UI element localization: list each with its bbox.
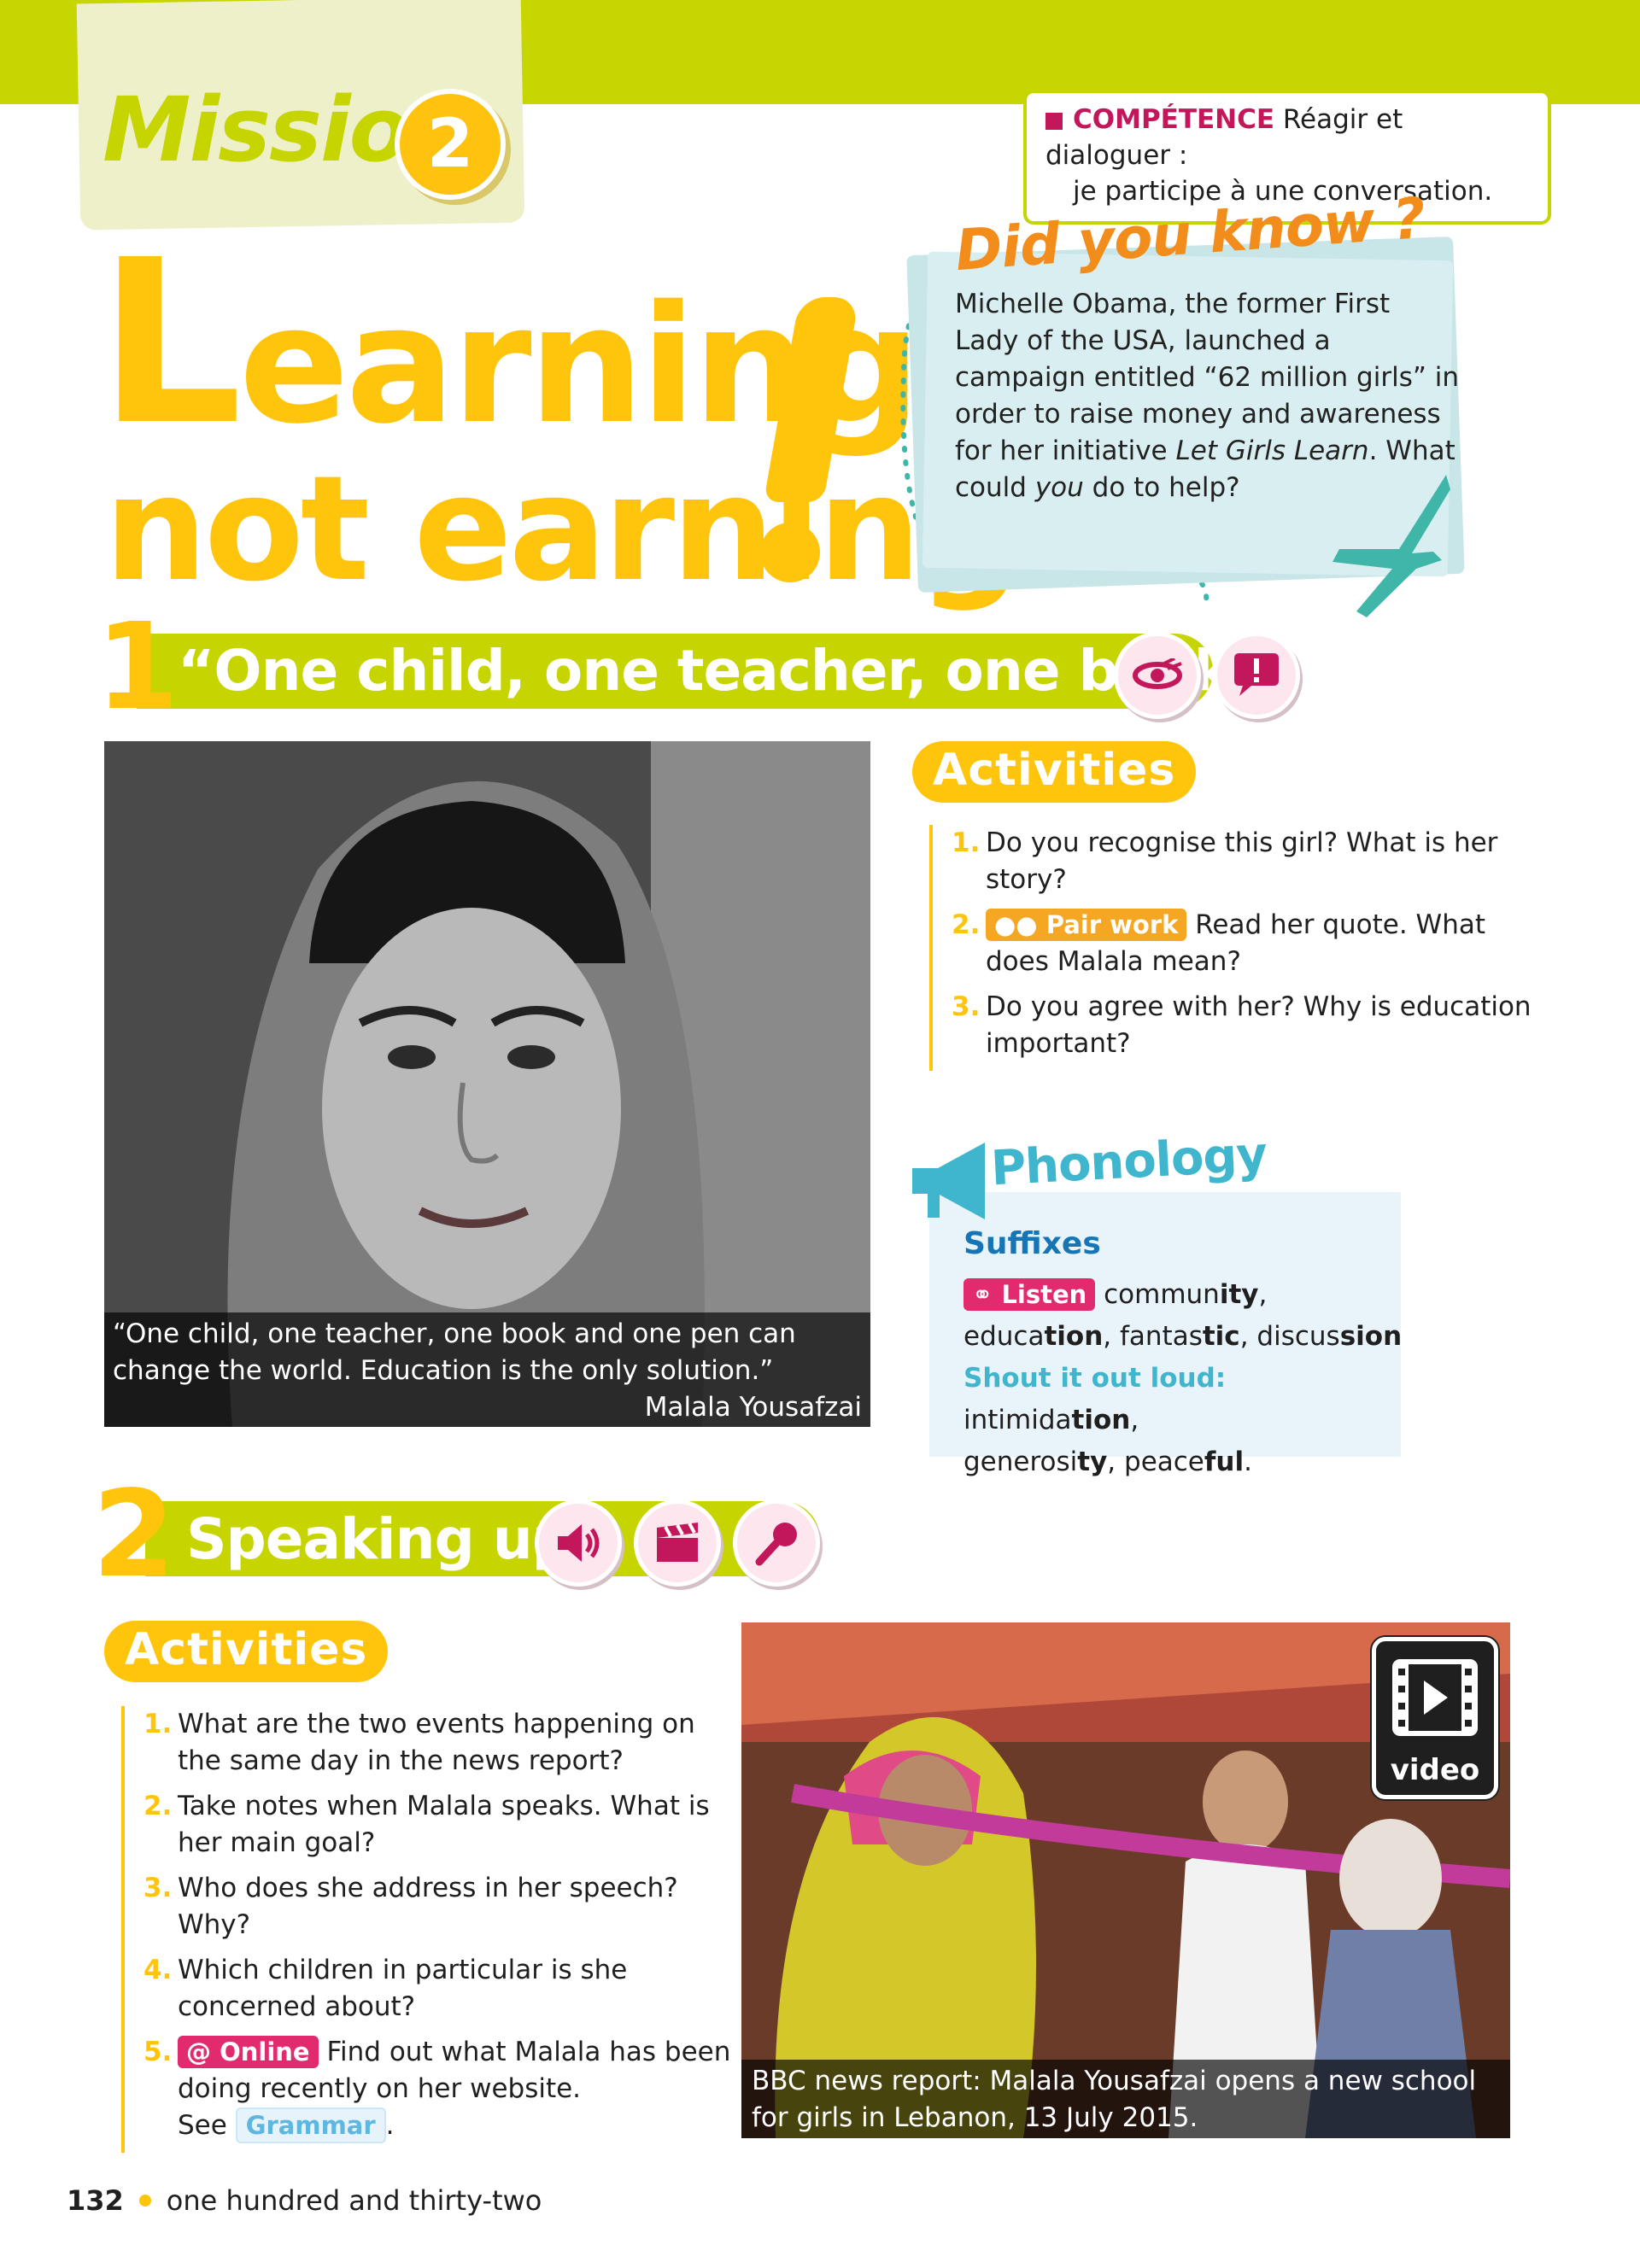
eye-icon: [1114, 632, 1201, 719]
listen-line: ⚭ Listen community, education, fantastic…: [964, 1278, 1403, 1352]
clapperboard-icon[interactable]: [634, 1499, 721, 1587]
list-item: 3. Who does she address in her speech? Wh…: [144, 1873, 678, 1940]
megaphone-icon: [912, 1143, 985, 1219]
pair-work-tag: ●● Pair work: [986, 909, 1187, 941]
activities-1-pill: Activities: [912, 741, 1197, 803]
page-footer: 132 one hundred and thirty-two: [67, 2184, 542, 2217]
phonology-body: ⚭ Listen community, education, fantastic…: [964, 1274, 1408, 1483]
list-item: 4. Which children in particular is she co…: [144, 1955, 628, 2022]
listen-tag[interactable]: ⚭ Listen: [964, 1278, 1096, 1311]
list-item: 1. Do you recognise this girl? What is he…: [952, 827, 1498, 895]
video-label: video: [1390, 1753, 1480, 1787]
portrait-caption: “One child, one teacher, one book and on…: [104, 1312, 870, 1427]
page-number-words: one hundred and thirty-two: [166, 2184, 542, 2217]
phonology-title: Phonology: [989, 1126, 1268, 1197]
online-tag[interactable]: @ Online: [178, 2036, 319, 2068]
video-caption: BBC news report: Malala Yousafzai opens …: [741, 2060, 1510, 2138]
page-title-line-2: not earning: [104, 445, 1022, 614]
section-1-title: “One child, one teacher, one book”: [178, 638, 1268, 704]
section-2-number: 2: [92, 1465, 176, 1605]
bullet-dot-icon: [138, 2195, 151, 2207]
activities-1-header: Activities: [912, 741, 1197, 803]
list-item: 2. Take notes when Malala speaks. What is…: [144, 1791, 710, 1858]
section-1-number: 1: [96, 598, 179, 737]
activities-2-pill: Activities: [104, 1621, 389, 1682]
competence-label: COMPÉTENCE: [1073, 104, 1275, 135]
shout-label: Shout it out loud:: [964, 1363, 1227, 1394]
grammar-link[interactable]: Grammar: [235, 2107, 386, 2143]
page-number: 132: [67, 2184, 124, 2217]
list-item: 1. What are the two events happening on t…: [144, 1709, 695, 1776]
shout-line: Shout it out loud: intimidation, generos…: [964, 1363, 1252, 1477]
activities-2-list: 1. What are the two events happening on t…: [121, 1706, 733, 2153]
mission-number: 2: [395, 89, 506, 200]
square-bullet-icon: [1046, 112, 1063, 130]
list-item: 2. ●● Pair work Read her quote. What does…: [952, 909, 1486, 977]
list-item: 5. @ Online Find out what Malala has been…: [144, 2034, 733, 2144]
list-item: 3. Do you agree with her? Why is educatio…: [952, 991, 1532, 1059]
title-initial: L: [98, 212, 243, 475]
speech-bubble-icon: [1213, 632, 1300, 719]
speaker-icon[interactable]: [535, 1499, 622, 1587]
microphone-icon[interactable]: [733, 1499, 820, 1587]
activities-1-list: 1. Do you recognise this girl? What is he…: [929, 825, 1532, 1071]
video-film-icon: [1392, 1659, 1478, 1736]
portrait-author: Malala Yousafzai: [644, 1392, 862, 1423]
exclamation-dot-icon: [760, 523, 820, 582]
airplane-icon: [1332, 475, 1450, 617]
activities-2-header: Activities: [104, 1621, 389, 1682]
portrait-quote: “One child, one teacher, one book and on…: [113, 1318, 796, 1386]
phonology-subtitle: Suffixes: [964, 1226, 1101, 1261]
